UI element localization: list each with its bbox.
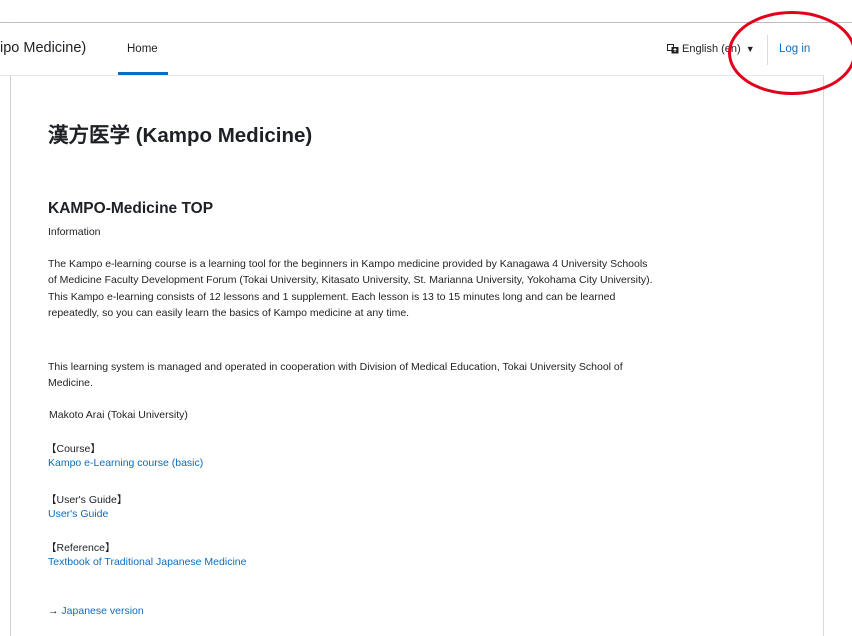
- chevron-down-icon: ▼: [745, 44, 755, 54]
- page-title: 漢方医学 (Kampo Medicine): [48, 124, 313, 147]
- reference-link[interactable]: Textbook of Traditional Japanese Medicin…: [48, 556, 246, 568]
- course-heading: 【Course】: [46, 443, 101, 455]
- intro-paragraph: The Kampo e-learning course is a learnin…: [48, 258, 653, 320]
- page: ipo Medicine) Home English (en) ▼ Log in…: [0, 0, 852, 636]
- users-guide-heading: 【User's Guide】: [46, 494, 128, 506]
- nav-home-active-indicator: [118, 72, 168, 75]
- reference-heading: 【Reference】: [46, 542, 116, 554]
- window-right-border: [823, 75, 824, 636]
- section-title: KAMPO-Medicine TOP: [48, 200, 214, 217]
- translate-icon: [667, 44, 679, 54]
- top-navbar: ipo Medicine) Home English (en) ▼ Log in: [0, 23, 823, 76]
- language-menu[interactable]: English (en) ▼: [667, 43, 755, 55]
- course-link[interactable]: Kampo e-Learning course (basic): [48, 457, 203, 469]
- japanese-version-row: → Japanese version: [48, 605, 144, 617]
- nav-home-link[interactable]: Home: [127, 43, 158, 55]
- navbar-divider: [767, 35, 768, 65]
- author-line: Makoto Arai (Tokai University): [49, 409, 188, 421]
- window-left-border: [10, 22, 11, 636]
- japanese-version-link[interactable]: Japanese version: [61, 605, 143, 617]
- users-guide-link[interactable]: User's Guide: [48, 508, 108, 520]
- management-paragraph: This learning system is managed and oper…: [48, 361, 623, 390]
- site-brand[interactable]: ipo Medicine): [0, 40, 86, 56]
- information-label: Information: [48, 226, 101, 238]
- language-label: English (en): [682, 43, 741, 55]
- arrow-right-icon: →: [48, 605, 59, 617]
- login-link[interactable]: Log in: [779, 43, 810, 55]
